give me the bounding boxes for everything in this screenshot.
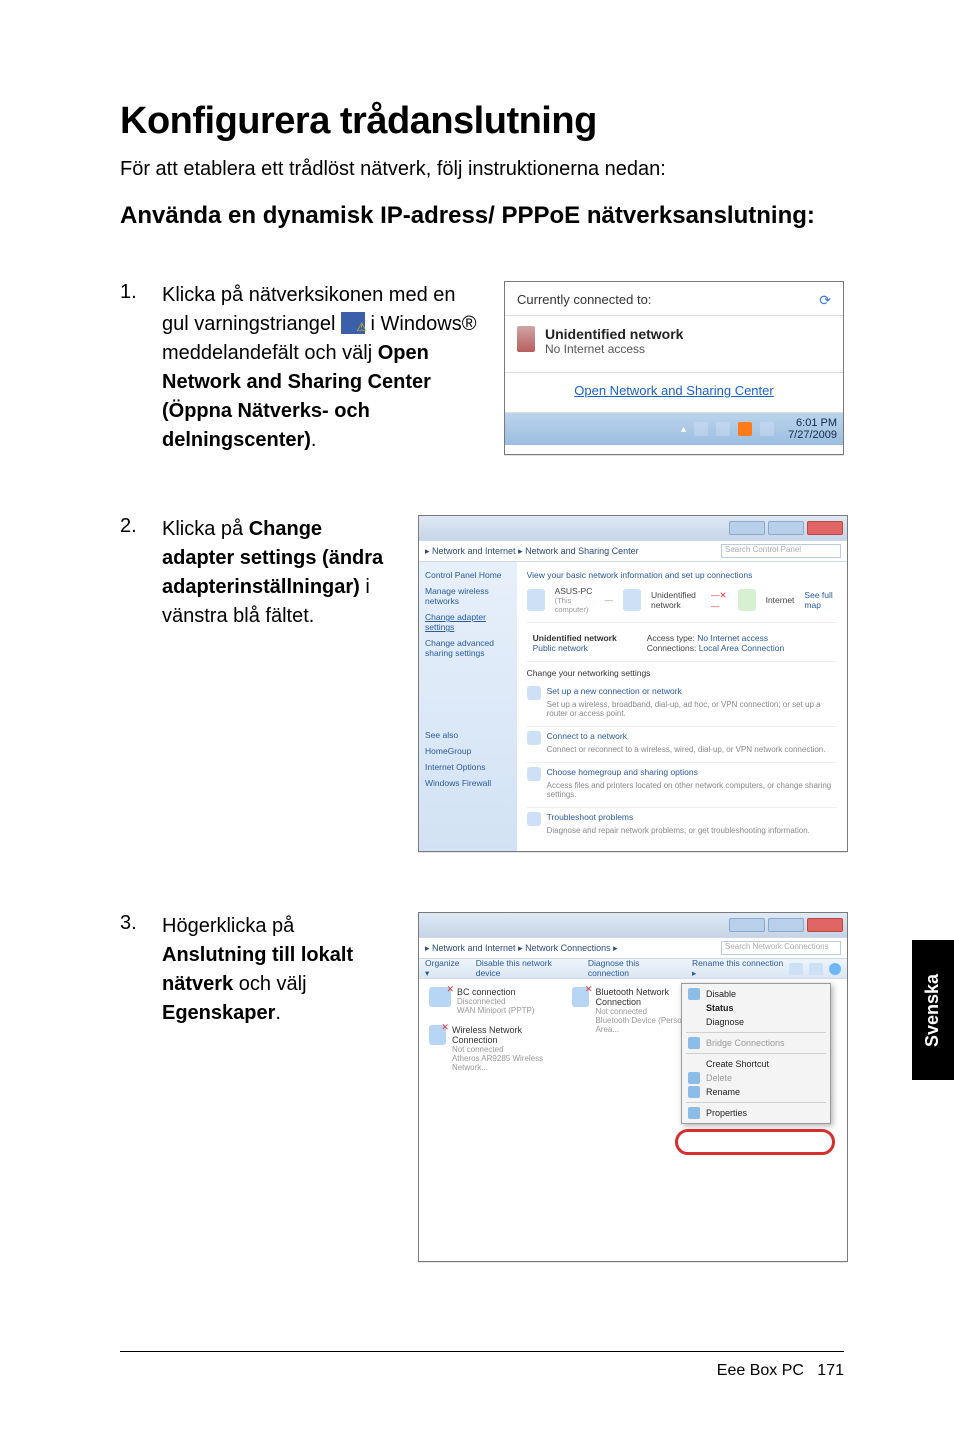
sidebar-item-advanced-sharing[interactable]: Change advanced sharing settings: [425, 638, 511, 658]
section-subtitle: Använda en dynamisk IP-adress/ PPPoE nät…: [120, 201, 844, 231]
bridge-icon: [688, 1037, 700, 1049]
sidebar-see-also: See also: [425, 730, 511, 740]
step-2: 2. Klicka på Change adapter settings (än…: [120, 515, 844, 852]
menu-disable[interactable]: Disable: [684, 987, 828, 1001]
network-icon: [517, 326, 535, 352]
delete-icon: [688, 1072, 700, 1084]
minimize-button[interactable]: [729, 918, 765, 932]
flyout-header: Currently connected to:: [517, 292, 651, 309]
network-status: No Internet access: [545, 342, 683, 356]
toolbar-diagnose[interactable]: Diagnose this connection: [588, 958, 682, 979]
page-footer: Eee Box PC 171: [120, 1351, 844, 1380]
step-number: 3.: [120, 912, 144, 935]
tray-clock[interactable]: 6:01 PM 7/27/2009: [782, 417, 837, 441]
internet-globe-icon: [738, 589, 756, 611]
connection-icon: [429, 987, 451, 1007]
menu-diagnose[interactable]: Diagnose: [684, 1015, 828, 1029]
step-1: 1. Klicka på nätverksikonen med en gul v…: [120, 281, 844, 455]
network-warning-icon: [341, 312, 365, 334]
maximize-button[interactable]: [768, 918, 804, 932]
connection-icon: [429, 1025, 446, 1045]
screenshot-sharing-center: ▸ Network and Internet ▸ Network and Sha…: [418, 515, 848, 852]
sidebar-item-internet-options[interactable]: Internet Options: [425, 762, 511, 772]
settings-section-title: Change your networking settings: [527, 668, 837, 678]
window-titlebar: [419, 913, 847, 937]
rename-icon: [688, 1086, 700, 1098]
system-tray: ▴ 6:01 PM 7/27/2009: [505, 413, 843, 445]
setup-icon: [527, 686, 541, 700]
sidebar-item-adapter-settings[interactable]: Change adapter settings: [425, 612, 511, 632]
screenshot-network-connections: ▸ Network and Internet ▸ Network Connect…: [418, 912, 848, 1262]
network-map-icon: [623, 589, 641, 611]
tray-action-center-icon[interactable]: [738, 422, 752, 436]
breadcrumb[interactable]: ▸ Network and Internet ▸ Network Connect…: [425, 943, 618, 954]
menu-delete: Delete: [684, 1071, 828, 1085]
computer-icon: [527, 589, 545, 611]
page-title: Konfigurera trådanslutning: [120, 100, 844, 143]
minimize-button[interactable]: [729, 521, 765, 535]
step-3-text: Högerklicka på Anslutning till lokalt nä…: [162, 912, 392, 1262]
step-1-text: Klicka på nätverksikonen med en gul varn…: [162, 281, 478, 455]
menu-status[interactable]: Status: [684, 1001, 828, 1015]
setup-link[interactable]: Set up a new connection or network: [547, 686, 682, 696]
step-number: 1.: [120, 281, 144, 304]
toolbar-disable[interactable]: Disable this network device: [476, 958, 578, 979]
layout-icon[interactable]: [809, 963, 823, 975]
language-tab: Svenska: [912, 940, 954, 1080]
disable-icon: [688, 988, 700, 1000]
search-input[interactable]: Search Network Connections: [721, 941, 841, 955]
step-number: 2.: [120, 515, 144, 538]
menu-shortcut[interactable]: Create Shortcut: [684, 1057, 828, 1071]
main-title: View your basic network information and …: [527, 570, 837, 580]
refresh-icon[interactable]: ⟳: [819, 292, 831, 309]
search-input[interactable]: Search Control Panel: [721, 544, 841, 558]
screenshot-network-flyout: Currently connected to: ⟳ Unidentified n…: [504, 281, 844, 455]
view-icon[interactable]: [789, 963, 803, 975]
close-button[interactable]: [807, 521, 843, 535]
homegroup-link[interactable]: Choose homegroup and sharing options: [547, 767, 698, 777]
connection-item[interactable]: Bluetooth Network ConnectionNot connecte…: [572, 987, 695, 1034]
tray-volume-icon[interactable]: [760, 422, 774, 436]
menu-bridge: Bridge Connections: [684, 1036, 828, 1050]
help-icon[interactable]: [829, 963, 841, 975]
menu-rename[interactable]: Rename: [684, 1085, 828, 1099]
maximize-button[interactable]: [768, 521, 804, 535]
open-sharing-center-link[interactable]: Open Network and Sharing Center: [574, 383, 773, 398]
toolbar-organize[interactable]: Organize ▾: [425, 958, 466, 979]
connection-item[interactable]: Wireless Network ConnectionNot connected…: [429, 1025, 552, 1072]
tray-flag-icon[interactable]: [694, 422, 708, 436]
highlight-ring: [675, 1129, 835, 1155]
close-button[interactable]: [807, 918, 843, 932]
toolbar-rename[interactable]: Rename this connection ▸: [692, 958, 789, 979]
tray-expand-icon[interactable]: ▴: [681, 424, 686, 435]
toolbar: Organize ▾ Disable this network device D…: [419, 959, 847, 979]
menu-properties[interactable]: Properties: [684, 1106, 828, 1120]
local-area-connection-link[interactable]: Local Area Connection: [699, 643, 785, 653]
properties-icon: [688, 1107, 700, 1119]
step-2-text: Klicka på Change adapter settings (ändra…: [162, 515, 392, 852]
sidebar-item-wireless[interactable]: Manage wireless networks: [425, 586, 511, 606]
connection-item[interactable]: BC connectionDisconnectedWAN Miniport (P…: [429, 987, 552, 1015]
window-titlebar: [419, 516, 847, 540]
connection-icon: [572, 987, 590, 1007]
sidebar-item-firewall[interactable]: Windows Firewall: [425, 778, 511, 788]
network-name: Unidentified network: [545, 326, 683, 342]
tray-network-icon[interactable]: [716, 422, 730, 436]
see-full-map-link[interactable]: See full map: [804, 590, 837, 610]
troubleshoot-link[interactable]: Troubleshoot problems: [547, 812, 634, 822]
homegroup-icon: [527, 767, 541, 781]
connect-icon: [527, 731, 541, 745]
context-menu: Disable Status Diagnose Bridge Connectio…: [681, 983, 831, 1124]
sidebar-item-homegroup[interactable]: HomeGroup: [425, 746, 511, 756]
sidebar: Control Panel Home Manage wireless netwo…: [419, 562, 517, 851]
connect-link[interactable]: Connect to a network: [547, 731, 627, 741]
step-3: 3. Högerklicka på Anslutning till lokalt…: [120, 912, 844, 1262]
breadcrumb[interactable]: ▸ Network and Internet ▸ Network and Sha…: [425, 546, 639, 557]
intro-text: För att etablera ett trådlöst nätverk, f…: [120, 155, 844, 183]
troubleshoot-icon: [527, 812, 541, 826]
sidebar-home[interactable]: Control Panel Home: [425, 570, 511, 580]
